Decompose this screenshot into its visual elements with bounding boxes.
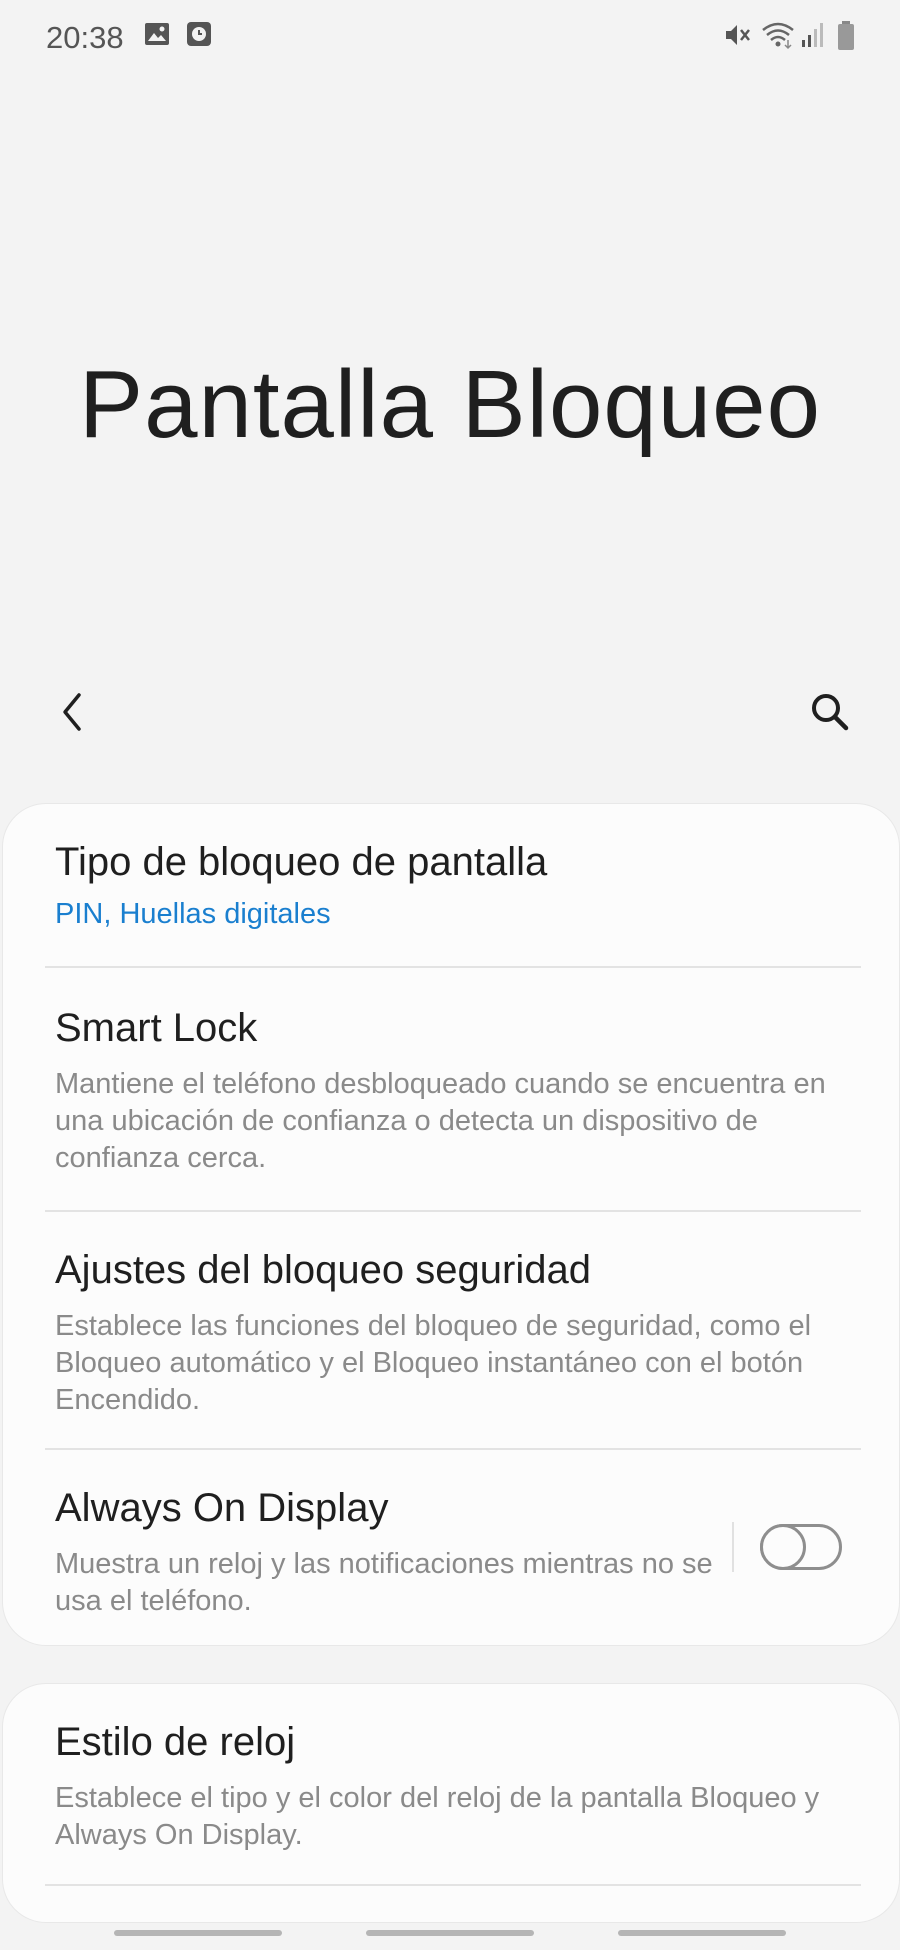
wifi-icon: [761, 20, 795, 55]
nav-recents-button[interactable]: [114, 1930, 282, 1936]
signal-icon: [800, 20, 826, 55]
setting-title: Always On Display: [55, 1486, 389, 1530]
setting-smart-lock[interactable]: Smart Lock Mantiene el teléfono desbloqu…: [3, 968, 900, 1210]
back-button[interactable]: [48, 690, 96, 738]
settings-card-clock: Estilo de reloj Establece el tipo y el c…: [2, 1683, 900, 1923]
setting-clock-style[interactable]: Estilo de reloj Establece el tipo y el c…: [3, 1684, 900, 1884]
gallery-icon: [143, 20, 171, 53]
page-title: Pantalla Bloqueo: [79, 351, 821, 458]
status-time: 20:38: [46, 20, 124, 55]
nav-back-button[interactable]: [618, 1930, 786, 1936]
setting-title: Ajustes del bloqueo seguridad: [55, 1248, 591, 1292]
setting-subtitle: Mantiene el teléfono desbloqueado cuando…: [55, 1068, 826, 1174]
navigation-bar: [0, 1920, 900, 1950]
search-button[interactable]: [806, 690, 854, 738]
toggle-separator: [732, 1522, 734, 1572]
setting-title: Estilo de reloj: [55, 1720, 296, 1764]
toggle-knob: [760, 1524, 806, 1570]
mute-icon: [722, 20, 752, 55]
setting-title: Smart Lock: [55, 1006, 258, 1050]
search-icon: [809, 691, 851, 738]
setting-subtitle: Muestra un reloj y las notificaciones mi…: [55, 1548, 713, 1617]
setting-subtitle: PIN, Huellas digitales: [55, 898, 331, 930]
setting-subtitle: Establece el tipo y el color del reloj d…: [55, 1782, 820, 1851]
lock-screen-settings: 20:38 Pantalla Bloqueo Tipo de bloqueo d…: [0, 0, 900, 1950]
battery-icon: [836, 20, 856, 57]
setting-screen-lock-type[interactable]: Tipo de bloqueo de pantalla PIN, Huellas…: [3, 804, 900, 966]
settings-card: Tipo de bloqueo de pantalla PIN, Huellas…: [2, 803, 900, 1646]
always-on-display-toggle[interactable]: [760, 1524, 842, 1570]
status-bar: 20:38: [0, 0, 900, 72]
setting-subtitle: Establece las funciones del bloqueo de s…: [55, 1310, 812, 1416]
nav-home-button[interactable]: [366, 1930, 534, 1936]
chevron-left-icon: [57, 691, 87, 738]
divider: [45, 1884, 861, 1886]
clock-app-icon: [186, 20, 212, 53]
setting-title: Tipo de bloqueo de pantalla: [55, 840, 548, 884]
setting-secure-lock[interactable]: Ajustes del bloqueo seguridad Establece …: [3, 1212, 900, 1448]
